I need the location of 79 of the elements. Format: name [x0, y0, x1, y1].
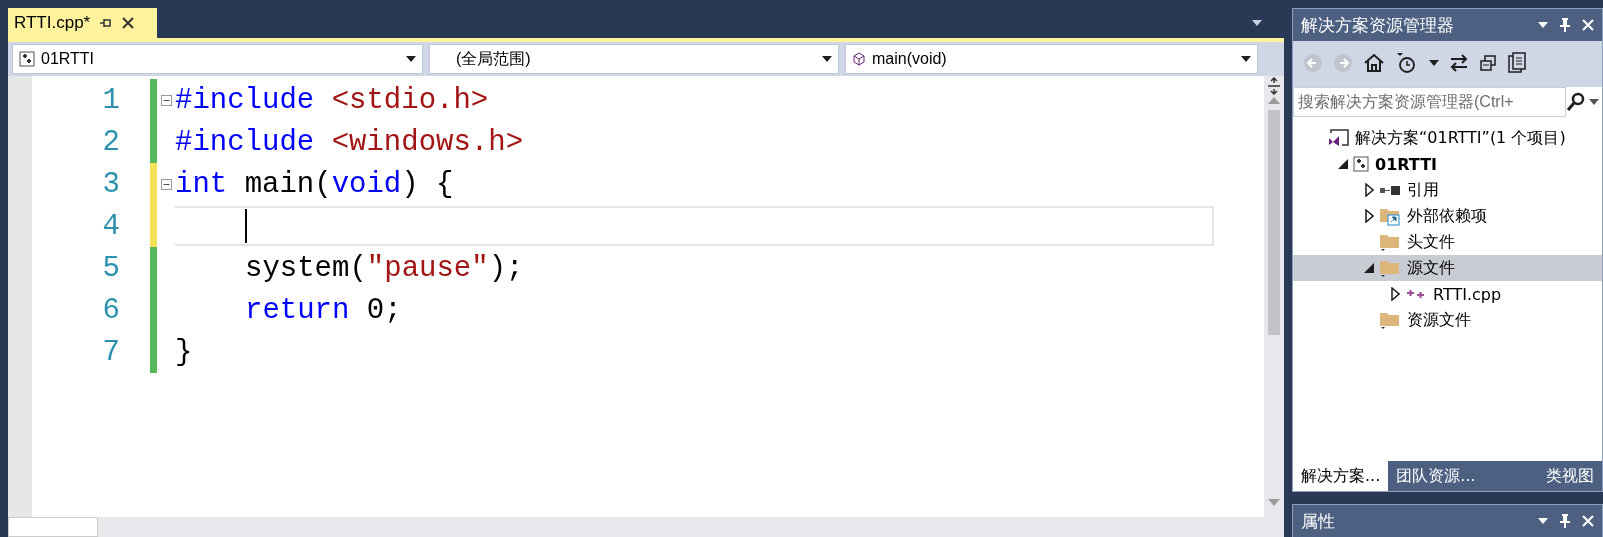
zoom-field[interactable]: [8, 517, 98, 537]
scope-dropdown[interactable]: (全局范围): [429, 44, 839, 74]
home-icon[interactable]: [1363, 53, 1385, 73]
tree-item-label: 资源文件: [1407, 309, 1471, 331]
panel-tab[interactable]: 类视图: [1495, 461, 1602, 491]
panel-tab[interactable]: 解决方案...: [1293, 461, 1389, 491]
tree-item[interactable]: 资源文件: [1293, 307, 1602, 333]
pin-icon[interactable]: [100, 18, 113, 28]
member-dropdown[interactable]: main(void): [845, 44, 1258, 74]
line-number: 6: [101, 293, 120, 327]
dropdown-arrow-icon[interactable]: [1252, 20, 1262, 26]
code-line: return 0;: [244, 292, 403, 329]
project-dropdown[interactable]: 01RTTI: [12, 44, 423, 74]
line-number: 7: [101, 335, 120, 369]
panel-tab[interactable]: 团队资源...: [1388, 461, 1496, 491]
line-number: 4: [101, 209, 120, 243]
pin-icon[interactable]: [1560, 18, 1570, 32]
tree-item[interactable]: 引用: [1293, 177, 1602, 203]
search-field[interactable]: 搜索解决方案资源管理器(Ctrl+: [1293, 87, 1566, 117]
code-line: #include <windows.h>: [175, 124, 525, 161]
tree-item[interactable]: 外部依赖项: [1293, 203, 1602, 229]
dropdown-arrow-icon[interactable]: [1538, 518, 1548, 524]
tree-item-label: RTTI.cpp: [1433, 284, 1502, 304]
tree-item[interactable]: 源文件: [1293, 255, 1602, 281]
panel-title: 属性: [1301, 509, 1336, 533]
tab-label: RTTI.cpp*: [14, 13, 91, 33]
tree-item[interactable]: 解决方案“01RTTI”(1 个项目): [1293, 125, 1602, 151]
vertical-scrollbar[interactable]: [1264, 76, 1284, 517]
folder-icon: [1379, 206, 1401, 226]
code-line: system("pause");: [244, 250, 525, 287]
tree-item-label: 01RTTI: [1375, 154, 1437, 174]
tree-item-label: 外部依赖项: [1407, 205, 1487, 227]
folder-icon: [1379, 310, 1401, 330]
panel-title: 解决方案资源管理器: [1301, 13, 1455, 37]
collapsed-arrow-icon[interactable]: [1364, 209, 1374, 223]
folder-icon: [1379, 258, 1401, 278]
solution-icon: [1327, 129, 1349, 147]
copy-icon[interactable]: [1507, 52, 1527, 74]
scrollbar-thumb[interactable]: [1268, 110, 1280, 335]
code-line: }: [175, 334, 194, 371]
split-icon[interactable]: [1267, 76, 1281, 96]
line-number: 5: [101, 251, 120, 285]
tree-item[interactable]: 01RTTI: [1293, 151, 1602, 177]
collapsed-arrow-icon[interactable]: [1364, 183, 1374, 197]
cpp-file-icon: [1405, 287, 1427, 301]
line-number: 1: [101, 83, 120, 117]
pin-icon[interactable]: [1560, 514, 1570, 528]
cube-icon: [852, 52, 866, 66]
tree-item-label: 引用: [1407, 179, 1439, 201]
dropdown-arrow-icon[interactable]: [1429, 60, 1439, 66]
text-cursor: [245, 209, 247, 243]
code-line: #include <stdio.h>: [175, 82, 490, 119]
expanded-arrow-icon[interactable]: [1364, 263, 1374, 273]
collapse-icon[interactable]: [160, 94, 172, 106]
project-icon: [1353, 156, 1369, 172]
references-icon: [1379, 185, 1401, 195]
tree-item-label: 解决方案“01RTTI”(1 个项目): [1355, 127, 1566, 149]
dropdown-arrow-icon[interactable]: [1241, 56, 1251, 62]
dropdown-arrow-icon[interactable]: [406, 56, 416, 62]
tree-item-label: 头文件: [1407, 231, 1455, 253]
tree-item[interactable]: RTTI.cpp: [1293, 281, 1602, 307]
dropdown-arrow-icon[interactable]: [1589, 99, 1599, 105]
close-icon[interactable]: [122, 17, 135, 29]
collapsed-arrow-icon[interactable]: [1390, 287, 1400, 301]
code-line: int main(void) {: [175, 166, 455, 203]
tree-item-label: 源文件: [1407, 257, 1455, 279]
line-number: 2: [101, 125, 120, 159]
folder-icon: [1379, 232, 1401, 252]
expanded-arrow-icon[interactable]: [1338, 159, 1348, 169]
sync-icon[interactable]: [1449, 54, 1469, 72]
line-number: 3: [101, 167, 120, 201]
collapse-all-icon[interactable]: [1479, 54, 1497, 72]
document-tab[interactable]: RTTI.cpp*: [8, 8, 157, 38]
search-icon[interactable]: [1566, 92, 1586, 112]
collapse-icon[interactable]: [160, 178, 172, 190]
dropdown-arrow-icon[interactable]: [1538, 22, 1548, 28]
dropdown-arrow-icon[interactable]: [822, 56, 832, 62]
tree-item[interactable]: 头文件: [1293, 229, 1602, 255]
project-icon: [19, 51, 35, 67]
